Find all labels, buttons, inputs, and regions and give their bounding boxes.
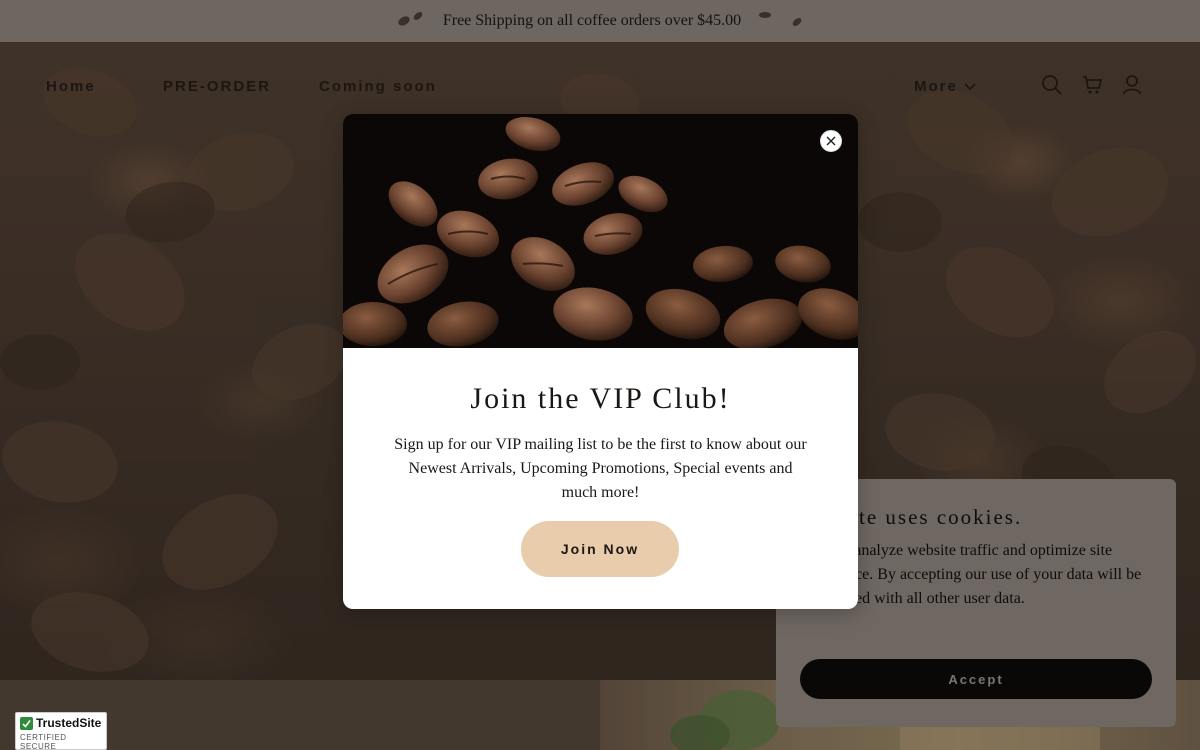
vip-modal: Join the VIP Club! Sign up for our VIP m…	[343, 114, 858, 609]
nav-item-coming-soon[interactable]: Coming soon	[319, 78, 437, 95]
coffee-bean-icon	[755, 10, 805, 32]
modal-title: Join the VIP Club!	[470, 382, 731, 415]
modal-description: Sign up for our VIP mailing list to be t…	[394, 436, 807, 501]
announcement-bar: Free Shipping on all coffee orders over …	[0, 0, 1200, 42]
coffee-beans-photo	[343, 114, 858, 348]
nav-item-pre-order[interactable]: PRE-ORDER	[163, 78, 271, 95]
announcement-text: Free Shipping on all coffee orders over …	[442, 12, 742, 29]
nav-item-home[interactable]: Home	[46, 78, 96, 95]
account-icon[interactable]	[1121, 74, 1143, 96]
nav-more-dropdown[interactable]: More	[914, 78, 976, 95]
trustedsite-badge[interactable]: TrustedSite CERTIFIED SECURE	[15, 712, 107, 750]
nav-more-label: More	[914, 78, 958, 95]
badge-subtitle: CERTIFIED SECURE	[20, 733, 67, 750]
close-icon	[826, 136, 836, 146]
join-now-button[interactable]: Join Now	[521, 521, 679, 577]
search-icon[interactable]	[1041, 74, 1063, 96]
check-icon	[20, 716, 33, 730]
chevron-down-icon	[964, 82, 976, 90]
coffee-bean-icon	[395, 10, 429, 32]
badge-name: TrustedSite	[36, 716, 102, 730]
modal-close-button[interactable]	[820, 130, 842, 152]
cookie-accept-button[interactable]: Accept	[800, 659, 1152, 699]
cart-icon[interactable]	[1081, 74, 1103, 96]
